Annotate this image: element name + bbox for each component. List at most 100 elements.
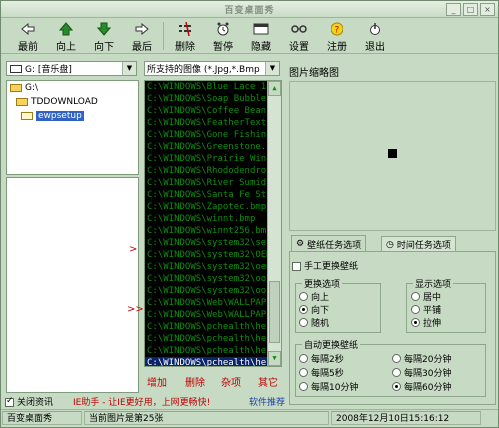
radio-circle[interactable] — [299, 368, 308, 377]
remove-link[interactable]: 删除 — [185, 374, 205, 389]
close-info-checkbox[interactable]: 关闭资讯 — [5, 395, 53, 408]
first-button[interactable]: 最前 — [9, 22, 47, 53]
radio-label: 每隔60分钟 — [404, 383, 452, 393]
file-list-item[interactable]: C:\WINDOWS\winnt256.bmp — [145, 225, 267, 237]
tab-wallpaper-options[interactable]: ⚙ 壁纸任务选项 — [291, 235, 367, 252]
tree-item-selected[interactable]: ewpsetup — [7, 109, 138, 123]
tab-label: 壁纸任务选项 — [307, 240, 362, 251]
hide-icon — [253, 22, 269, 36]
filter-select[interactable]: 所支持的图像 (*.Jpg,*.Bmp ▼ — [144, 61, 280, 76]
add-link[interactable]: 增加 — [147, 374, 167, 389]
radio-label: 向下 — [311, 306, 330, 316]
register-button[interactable]: ? 注册 — [318, 22, 356, 53]
status-current-image: 当前图片是第25张 — [84, 411, 329, 425]
file-list-item[interactable]: C:\WINDOWS\winnt.bmp — [145, 213, 267, 225]
last-button[interactable]: 最后 — [123, 22, 161, 53]
recommend-link[interactable]: 软件推荐 — [249, 395, 285, 408]
radio-up[interactable]: 向上 — [299, 290, 329, 303]
radio-circle[interactable] — [411, 305, 420, 314]
radio-10m[interactable]: 每隔10分钟 — [299, 380, 358, 393]
chevron-down-icon[interactable]: ▼ — [265, 62, 279, 75]
radio-tile[interactable]: 平铺 — [411, 303, 441, 316]
file-list-item[interactable]: C:\WINDOWS\Web\WALLPAPER.jpg — [145, 297, 267, 309]
radio-circle[interactable] — [299, 305, 308, 314]
filter-value: 所支持的图像 (*.Jpg,*.Bmp — [147, 65, 260, 75]
delete-button[interactable]: 删除 — [166, 22, 204, 53]
up-button[interactable]: 向上 — [47, 22, 85, 53]
hide-button[interactable]: 隐藏 — [242, 22, 280, 53]
add-single-arrow[interactable]: > — [129, 244, 137, 255]
file-list-item[interactable]: C:\WINDOWS\system32\OEMLOGO.bmp — [145, 249, 267, 261]
radio-circle[interactable] — [392, 354, 401, 363]
settings-button[interactable]: 设置 — [280, 22, 318, 53]
pause-button[interactable]: 暂停 — [204, 22, 242, 53]
down-button[interactable]: 向下 — [85, 22, 123, 53]
ad-link[interactable]: IE助手 - 让IE更好用，上网更畅快! — [73, 395, 210, 408]
radio-circle[interactable] — [411, 292, 420, 301]
misc-link[interactable]: 杂项 — [221, 374, 241, 389]
file-list-item[interactable]: C:\WINDOWS\Rhododendron.bmp — [145, 165, 267, 177]
file-list-item[interactable]: C:\WINDOWS\system32\oobe\images.bmp — [145, 285, 267, 297]
file-list-item[interactable]: C:\WINDOWS\River Sumida.bmp — [145, 177, 267, 189]
checkbox-box[interactable] — [292, 262, 301, 271]
add-all-arrow[interactable]: >> — [127, 304, 144, 315]
chevron-down-icon[interactable]: ▼ — [122, 62, 136, 75]
tree-item[interactable]: TDDOWNLOAD — [7, 95, 138, 109]
file-list-item[interactable]: C:\WINDOWS\system32\setup.bmp — [145, 237, 267, 249]
scroll-thumb[interactable] — [269, 281, 280, 343]
manual-change-checkbox[interactable]: 手工更换壁纸 — [292, 259, 358, 272]
folder-open-icon — [10, 84, 22, 92]
file-list-item[interactable]: C:\WINDOWS\Web\WALLPAPER.jpg — [145, 309, 267, 321]
file-list-item[interactable]: C:\WINDOWS\pchealth\helpctr.bmp — [145, 345, 267, 357]
radio-60m[interactable]: 每隔60分钟 — [392, 380, 451, 393]
radio-5s[interactable]: 每隔5秒 — [299, 366, 344, 379]
radio-2s[interactable]: 每隔2秒 — [299, 352, 344, 365]
exit-icon — [367, 22, 383, 36]
minimize-button[interactable]: _ — [446, 3, 461, 16]
radio-down[interactable]: 向下 — [299, 303, 329, 316]
radio-30m[interactable]: 每隔30分钟 — [392, 366, 451, 379]
file-list-scrollbar[interactable]: ▲ ▼ — [267, 81, 281, 366]
radio-circle[interactable] — [411, 318, 420, 327]
pause-label: 暂停 — [213, 42, 233, 53]
file-list-item[interactable]: C:\WINDOWS\Greenstone.bmp — [145, 141, 267, 153]
file-list-item[interactable]: C:\WINDOWS\pchealth\helpctr.bmp — [145, 321, 267, 333]
radio-circle[interactable] — [299, 292, 308, 301]
radio-circle[interactable] — [392, 368, 401, 377]
drive-select[interactable]: G: [音乐盘] ▼ — [6, 61, 137, 76]
file-list-item[interactable]: C:\WINDOWS\Coffee Bean.bmp — [145, 105, 267, 117]
radio-circle[interactable] — [299, 318, 308, 327]
radio-circle[interactable] — [299, 382, 308, 391]
radio-20m[interactable]: 每隔20分钟 — [392, 352, 451, 365]
maximize-button[interactable]: □ — [463, 3, 478, 16]
other-link[interactable]: 其它 — [258, 374, 278, 389]
radio-label: 每隔20分钟 — [404, 355, 452, 365]
radio-random[interactable]: 随机 — [299, 316, 329, 329]
settings-label: 设置 — [289, 42, 309, 53]
scroll-up-icon[interactable]: ▲ — [268, 81, 281, 96]
file-list-item[interactable]: C:\WINDOWS\system32\oemlogo.bmp — [145, 261, 267, 273]
file-list[interactable]: C:\WINDOWS\Blue Lace 16.bmpC:\WINDOWS\So… — [144, 80, 282, 367]
close-button[interactable]: × — [480, 3, 495, 16]
file-list-item[interactable]: C:\WINDOWS\Soap Bubbles.bmp — [145, 93, 267, 105]
file-list-item[interactable]: C:\WINDOWS\Santa Fe Stucco.bmp — [145, 189, 267, 201]
file-list-item[interactable]: C:\WINDOWS\pchealth\helpctr.bmp — [145, 357, 267, 366]
file-list-item[interactable]: C:\WINDOWS\Zapotec.bmp — [145, 201, 267, 213]
file-list-item[interactable]: C:\WINDOWS\Prairie Wind.bmp — [145, 153, 267, 165]
folder-tree[interactable]: G:\ TDDOWNLOAD ewpsetup — [6, 80, 139, 175]
radio-center[interactable]: 居中 — [411, 290, 441, 303]
exit-button[interactable]: 退出 — [356, 22, 394, 53]
file-list-item[interactable]: C:\WINDOWS\Blue Lace 16.bmp — [145, 81, 267, 93]
scroll-down-icon[interactable]: ▼ — [268, 351, 281, 366]
exit-label: 退出 — [365, 42, 385, 53]
checkbox-box[interactable] — [5, 396, 14, 407]
radio-stretch[interactable]: 拉伸 — [411, 316, 441, 329]
radio-circle[interactable] — [392, 382, 401, 391]
file-list-item[interactable]: C:\WINDOWS\FeatherTexture.bmp — [145, 117, 267, 129]
radio-circle[interactable] — [299, 354, 308, 363]
file-list-item[interactable]: C:\WINDOWS\system32\oobe\images.bmp — [145, 273, 267, 285]
tab-time-options[interactable]: ◷ 时间任务选项 — [381, 236, 456, 252]
file-list-item[interactable]: C:\WINDOWS\Gone Fishing.bmp — [145, 129, 267, 141]
file-list-item[interactable]: C:\WINDOWS\pchealth\helpctr.bmp — [145, 333, 267, 345]
tree-item[interactable]: G:\ — [7, 81, 138, 95]
